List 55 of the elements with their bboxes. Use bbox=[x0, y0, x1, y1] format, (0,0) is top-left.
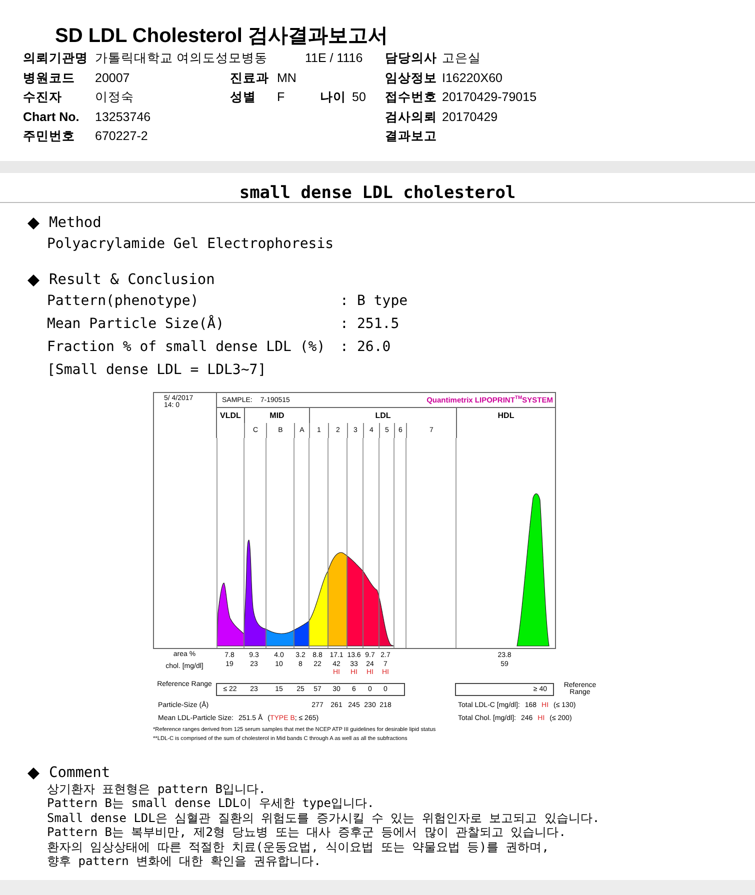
comment-line: 환자의 임상상태에 따른 적절한 치료(운동요법, 식이요법 또는 약물요법 등)를 권하며, bbox=[46, 840, 550, 854]
field-label: 수진자 bbox=[23, 89, 63, 106]
field-value: I16220X60 bbox=[442, 70, 504, 87]
result-label: Pattern(phenotype) bbox=[47, 292, 200, 311]
field-value: 13253746 bbox=[95, 108, 152, 126]
result-separator: : bbox=[340, 315, 350, 334]
comment-line: Pattern B는 small dense LDL이 우세한 type입니다. bbox=[46, 796, 376, 811]
method-text: Polyacrylamide Gel Electrophoresis bbox=[46, 235, 335, 254]
field-label: 결과보고 bbox=[385, 128, 438, 146]
field-label: 성별 bbox=[230, 89, 257, 106]
field-value: 고은실 bbox=[442, 50, 482, 68]
band-group-label: HDL bbox=[456, 408, 555, 423]
comment-line: 상기환자 표현형은 pattern B입니다. bbox=[46, 782, 267, 796]
field-value: 20170429-79015 bbox=[442, 89, 538, 106]
field-label: 병원코드 bbox=[23, 70, 76, 87]
field-label: Chart No. bbox=[23, 108, 80, 126]
field-value: 11E / 1116 bbox=[304, 50, 364, 68]
section-heading: Method bbox=[49, 215, 102, 231]
field-value: 50 bbox=[352, 89, 367, 106]
result-separator: : bbox=[340, 338, 350, 357]
result-value: 251.5 bbox=[357, 315, 400, 334]
field-value: 20007 bbox=[95, 70, 131, 87]
result-note: [Small dense LDL = LDL3~7] bbox=[46, 361, 268, 380]
section-heading: Result & Conclusion bbox=[49, 272, 215, 288]
band-group-label: VLDL bbox=[219, 410, 242, 422]
comment-line: Pattern B는 복부비만, 제2형 당뇨병 또는 대사 증후군 등에서 많이 관찰되고 있습니다. bbox=[46, 825, 567, 840]
band-group-label: LDL bbox=[309, 408, 456, 423]
section-heading: Comment bbox=[49, 765, 110, 781]
band-group-label: MID bbox=[244, 408, 309, 423]
field-value: F bbox=[277, 89, 286, 106]
field-label: 담당의사 bbox=[385, 50, 438, 68]
diamond-icon bbox=[27, 766, 40, 780]
field-value: 670227-2 bbox=[95, 128, 149, 146]
field-label: 진료과 bbox=[230, 70, 270, 87]
field-value: MN bbox=[277, 70, 298, 87]
field-label: 주민번호 bbox=[23, 128, 76, 146]
comment-line: Small dense LDL은 심혈관 질환의 위험도를 증가시킬 수 있는 위험인자로 보고되고 있습니다. bbox=[46, 810, 601, 826]
diamond-icon bbox=[27, 274, 40, 286]
field-label: 접수번호 bbox=[385, 89, 438, 106]
report-title: SD LDL Cholesterol 검사결과보고서 bbox=[54, 24, 389, 46]
result-label: Mean Particle Size(Å) bbox=[47, 314, 226, 334]
field-label: 검사의뢰 bbox=[385, 108, 438, 126]
field-value: 가톨릭대학교 여의도성모병동 bbox=[95, 50, 268, 68]
comment-line: 향후 pattern 변화에 대한 확인을 권유합니다. bbox=[46, 854, 322, 868]
result-value: B type bbox=[357, 292, 409, 311]
field-label: 나이 bbox=[320, 89, 347, 106]
field-value: 20170429 bbox=[442, 108, 499, 126]
diamond-icon bbox=[27, 216, 40, 230]
section-title: small dense LDL cholesterol bbox=[238, 182, 517, 202]
field-label: 임상정보 bbox=[385, 70, 438, 87]
result-label: Fraction % of small dense LDL (%) bbox=[47, 338, 326, 357]
field-label: 의뢰기관명 bbox=[23, 50, 89, 68]
result-separator: : bbox=[340, 292, 350, 311]
field-value: 이정숙 bbox=[95, 89, 135, 106]
result-value: 26.0 bbox=[357, 338, 392, 357]
